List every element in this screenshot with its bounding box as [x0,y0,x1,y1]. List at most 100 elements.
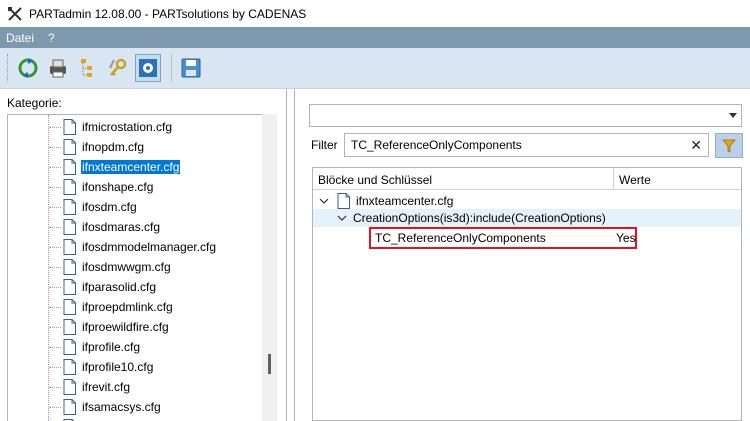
tree-item-label: ifmicrostation.cfg [82,120,173,134]
chevron-down-icon[interactable] [319,196,329,206]
tree-item-label: ifnxteamcenter.cfg [79,159,182,175]
file-icon [63,179,76,195]
group-node-label: CreationOptions(is3d):include(CreationOp… [353,211,606,225]
file-icon [337,193,350,209]
key-value[interactable]: Yes [616,231,636,245]
tree-button[interactable] [75,54,101,82]
vertical-scrollbar[interactable] [262,114,277,421]
tree-item-label: ifosdmaras.cfg [82,220,161,234]
save-button[interactable] [178,54,204,82]
column-header-keys[interactable]: Blöcke und Schlüssel [318,173,432,187]
tree-item-label: ifosdmmodelmanager.cfg [82,240,217,254]
tree-item-label: ifosdm.cfg [82,200,137,214]
grid-header: Blöcke und Schlüssel Werte [313,168,741,190]
tree-item[interactable]: ifnxteamcenter.cfg [8,157,263,177]
category-label: Kategorie: [7,96,62,110]
filter-label: Filter [311,138,338,152]
config-combobox[interactable] [309,104,742,127]
tree-item[interactable]: ifprofile.cfg [8,337,263,357]
refresh-icon [18,58,38,78]
filter-value: TC_ReferenceOnlyComponents [351,138,522,152]
chevron-down-icon[interactable] [729,113,737,118]
tree-node-file[interactable]: ifnxteamcenter.cfg [313,192,741,210]
title-bar: PARTadmin 12.08.00 - PARTsolutions by CA… [0,0,750,27]
file-icon [63,239,76,255]
tree-item-label: ifrevit.cfg [82,380,131,394]
panel-splitter[interactable] [286,89,295,421]
toolbar-grip[interactable] [7,54,10,82]
tree-connector [49,346,61,348]
tree-connector [49,366,61,368]
tree-item-label: ifproepdmlink.cfg [82,300,173,314]
tree-item-label: ifprofile.cfg [82,340,141,354]
file-icon [63,379,76,395]
tree-connector [49,306,61,308]
keys-button[interactable] [105,54,131,82]
clear-icon[interactable]: ✕ [690,137,702,154]
tree-connector [49,226,61,228]
settings-button[interactable] [135,54,161,82]
settings-icon [139,59,157,77]
tree-connector [49,246,61,248]
tree-item[interactable]: ifprofile10.cfg [8,357,263,377]
tree-connector [49,286,61,288]
category-panel: Kategorie: ifmicrostation.cfg ifnopdm.cfg… [0,89,290,421]
category-tree[interactable]: ifmicrostation.cfg ifnopdm.cfg ifnxteamcen… [7,114,277,421]
tree-item[interactable]: ifparasolid.cfg [8,277,263,297]
tree-connector [49,206,61,208]
file-icon [63,119,76,135]
tree-item[interactable]: ifosdmwwgm.cfg [8,257,263,277]
file-icon [63,399,76,415]
tree-item[interactable]: ifrevit.cfg [8,377,263,397]
column-divider[interactable] [613,168,614,190]
tree-icon [81,59,92,77]
highlighted-key-row[interactable]: TC_ReferenceOnlyComponents Yes [369,227,637,249]
file-icon [63,199,76,215]
file-node-label: ifnxteamcenter.cfg [356,194,454,208]
tree-item[interactable]: ifosdmmodelmanager.cfg [8,237,263,257]
tree-item-label: ifnopdm.cfg [82,140,145,154]
tree-node-group[interactable]: CreationOptions(is3d):include(CreationOp… [313,209,741,227]
menu-help[interactable]: ? [41,31,62,45]
refresh-button[interactable] [15,54,41,82]
tree-item[interactable]: ifosdm.cfg [8,197,263,217]
tree-item[interactable]: ifproewildfire.cfg [8,317,263,337]
tree-item[interactable]: ifsamacsys.cfg [8,397,263,417]
tree-item[interactable]: ifmicrostation.cfg [8,117,263,137]
column-header-values[interactable]: Werte [619,173,651,187]
tree-item[interactable]: ifonshape.cfg [8,177,263,197]
file-icon [63,159,76,175]
file-icon [63,319,76,335]
key-label: TC_ReferenceOnlyComponents [375,231,546,245]
menu-datei[interactable]: Datei [0,31,41,45]
menu-bar: Datei ? [0,27,750,48]
scrollbar-thumb[interactable] [268,354,271,374]
tree-connector [49,126,61,128]
window-title: PARTadmin 12.08.00 - PARTsolutions by CA… [29,6,307,21]
tree-connector [49,146,61,148]
toolbar-separator [171,54,172,82]
tree-item[interactable]: ifproepdmlink.cfg [8,297,263,317]
tree-item-label: ifproewildfire.cfg [82,320,169,334]
tree-item[interactable]: ifosdmaras.cfg [8,217,263,237]
tree-connector [49,406,61,408]
tree-item-label: ifsamacsys.cfg [82,400,161,414]
funnel-icon [722,139,736,153]
file-icon [63,339,76,355]
printer-icon [50,59,66,78]
tree-item[interactable]: ifnopdm.cfg [8,137,263,157]
filter-input[interactable]: TC_ReferenceOnlyComponents ✕ [344,133,709,157]
tree-connector [49,166,61,168]
tree-item[interactable]: ifsofte.cfg [8,417,263,421]
chevron-down-icon[interactable] [337,213,347,223]
app-icon [8,6,22,21]
file-icon [63,259,76,275]
filter-button[interactable] [715,133,743,158]
tree-connector [49,386,61,388]
save-icon [181,58,201,78]
keys-icon [109,58,127,76]
file-icon [63,359,76,375]
tree-connector [49,326,61,328]
print-button[interactable] [45,54,71,82]
key-value-grid[interactable]: Blöcke und Schlüssel Werte ifnxteamcente… [312,167,742,421]
